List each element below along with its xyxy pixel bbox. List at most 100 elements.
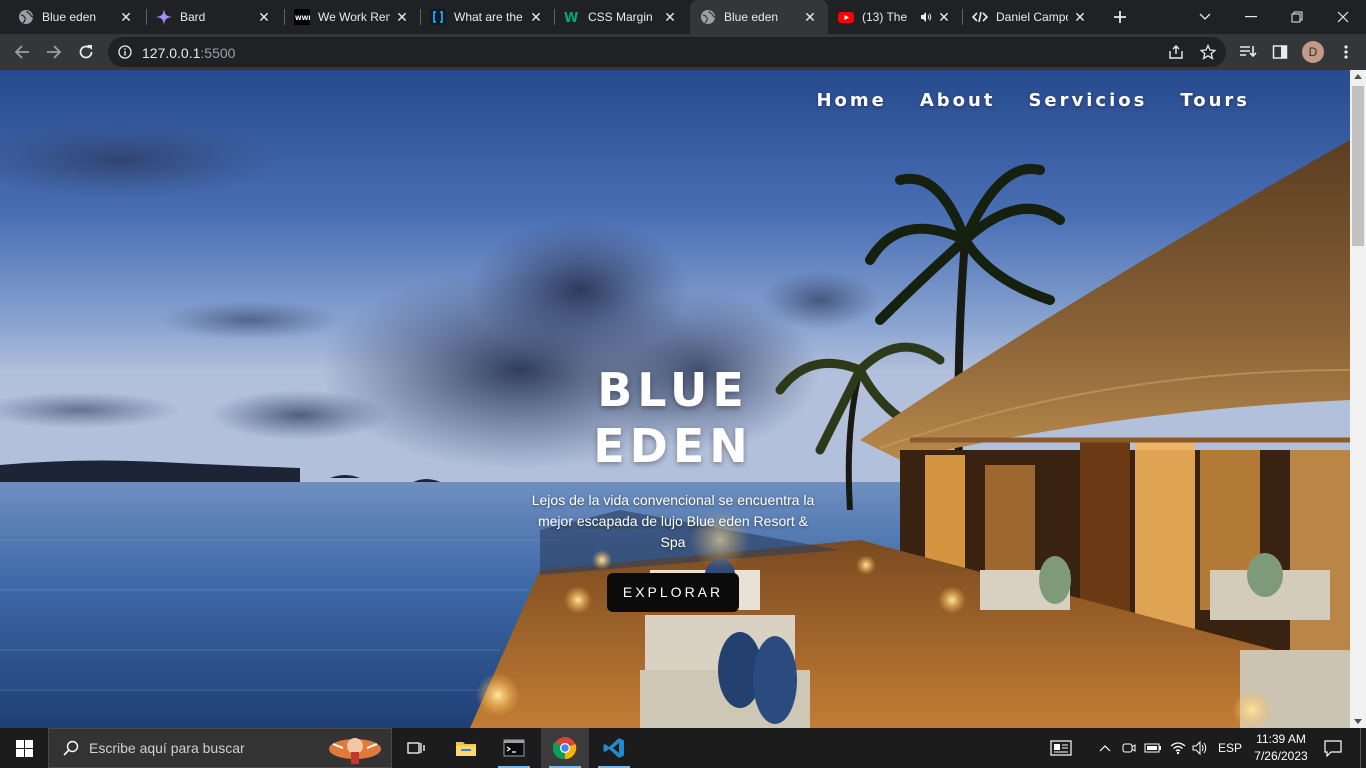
notifications-icon[interactable] (1316, 728, 1350, 768)
news-widget-icon[interactable] (1046, 728, 1076, 768)
reload-icon (79, 45, 93, 59)
taskbar-search-box[interactable]: Escribe aquí para buscar (48, 728, 392, 768)
svg-text:WWR: WWR (295, 15, 310, 22)
tab-what-are-the[interactable]: What are the ✕ (420, 0, 554, 34)
tab-we-work-remotely[interactable]: WWR We Work Remotely ✕ (284, 0, 420, 34)
terminal-button[interactable] (490, 728, 538, 768)
restore-button[interactable] (1274, 0, 1320, 34)
folder-icon (456, 742, 476, 756)
hero-subtitle: Lejos de la vida convencional se encuent… (531, 492, 815, 550)
browser-toolbar: 127.0.0.1:5500 D (0, 34, 1366, 70)
tab-daniel-campos[interactable]: Daniel Campos ✕ (962, 0, 1098, 34)
search-highlight-illustration-icon (329, 738, 381, 764)
tab-title: Bard (180, 10, 206, 24)
bard-sparkle-icon (156, 9, 172, 25)
battery-icon[interactable] (1143, 728, 1163, 768)
speaker-icon[interactable] (920, 11, 932, 23)
youtube-icon (838, 9, 854, 25)
language-indicator[interactable]: ESP (1214, 728, 1246, 768)
share-icon[interactable] (1166, 42, 1186, 62)
tab-title: (13) The (862, 10, 908, 24)
explorar-button[interactable]: EXPLORAR (606, 573, 740, 612)
close-icon[interactable]: ✕ (936, 9, 952, 25)
search-icon (63, 740, 79, 756)
info-icon[interactable] (118, 45, 132, 59)
volume-icon[interactable] (1190, 728, 1210, 768)
hero-title: BLUE EDEN (593, 363, 753, 473)
close-icon (1337, 11, 1349, 23)
globe-icon (18, 9, 34, 25)
minimize-button[interactable] (1228, 0, 1274, 34)
tab-title: CSS Margin (588, 10, 653, 24)
taskbar-clock[interactable]: 11:39 AM 7/26/2023 (1250, 731, 1312, 765)
arrow-right-icon (47, 45, 62, 59)
show-desktop-button[interactable] (1360, 728, 1366, 768)
address-bar[interactable]: 127.0.0.1:5500 (108, 37, 1226, 67)
back-button[interactable] (8, 38, 36, 66)
windows-taskbar: Escribe aquí para buscar ESP 11:39 AM 7/… (0, 728, 1366, 768)
close-icon[interactable]: ✕ (802, 9, 818, 25)
url-host: 127.0.0.1 (142, 45, 201, 61)
close-icon[interactable]: ✕ (528, 9, 544, 25)
profile-avatar[interactable]: D (1302, 41, 1324, 63)
chrome-icon (553, 737, 577, 760)
nav-link-servicios[interactable]: Servicios (1028, 90, 1147, 111)
reload-button[interactable] (72, 38, 100, 66)
close-window-button[interactable] (1320, 0, 1366, 34)
tab-search-button[interactable] (1182, 0, 1228, 34)
terminal-icon (503, 739, 525, 757)
task-view-icon (407, 742, 425, 754)
clock-date: 7/26/2023 (1254, 749, 1308, 763)
scroll-down-arrow-icon[interactable] (1354, 719, 1362, 724)
page-scrollbar[interactable] (1350, 70, 1366, 728)
new-tab-button[interactable] (1108, 5, 1132, 29)
close-icon[interactable]: ✕ (662, 9, 678, 25)
site-nav: Home About Servicios Tours (816, 90, 1250, 111)
forward-button[interactable] (40, 38, 68, 66)
chevron-down-icon (1199, 13, 1211, 20)
menu-dots-icon[interactable] (1336, 42, 1356, 62)
hero-content: BLUE EDEN Lejos de la vida convencional … (508, 362, 838, 612)
tab-title: Daniel Campos (996, 10, 1068, 24)
task-view-button[interactable] (392, 728, 440, 768)
chrome-button[interactable] (541, 728, 589, 768)
url-text[interactable]: 127.0.0.1:5500 (142, 45, 235, 61)
close-icon[interactable]: ✕ (394, 9, 410, 25)
arrow-left-icon (14, 45, 29, 59)
reading-list-icon[interactable] (1238, 42, 1258, 62)
code-icon (972, 9, 988, 25)
tab-css-margin[interactable]: W CSS Margin ✕ (554, 0, 688, 34)
close-icon[interactable]: ✕ (118, 9, 134, 25)
close-icon[interactable]: ✕ (256, 9, 272, 25)
w3schools-icon: W (564, 9, 580, 25)
file-explorer-button[interactable] (442, 728, 490, 768)
vscode-icon (603, 738, 624, 758)
tab-blue-eden-1[interactable]: Blue eden ✕ (8, 0, 144, 34)
windows-logo-icon (15, 739, 33, 757)
start-button[interactable] (0, 728, 48, 768)
tab-youtube[interactable]: (13) The ✕ (828, 0, 962, 34)
wifi-icon[interactable] (1168, 728, 1188, 768)
scrollbar-thumb[interactable] (1352, 86, 1364, 246)
tab-title: What are the (454, 10, 523, 24)
tab-title: We Work Remotely (318, 10, 390, 24)
vscode-button[interactable] (590, 728, 638, 768)
nav-link-home[interactable]: Home (816, 90, 886, 111)
nav-link-about[interactable]: About (920, 90, 996, 111)
scroll-up-arrow-icon[interactable] (1354, 74, 1362, 79)
page-viewport: Home About Servicios Tours BLUE EDEN Lej… (0, 70, 1350, 728)
minimize-icon (1245, 16, 1257, 18)
side-panel-icon[interactable] (1270, 42, 1290, 62)
tab-bard[interactable]: Bard ✕ (146, 0, 282, 34)
tab-title: Blue eden (42, 10, 97, 24)
chevron-up-icon[interactable] (1096, 728, 1114, 768)
bookmark-star-icon[interactable] (1198, 42, 1218, 62)
nav-link-tours[interactable]: Tours (1180, 90, 1250, 111)
brackets-icon (430, 9, 446, 25)
close-icon[interactable]: ✕ (1072, 9, 1088, 25)
wwr-icon: WWR (294, 9, 310, 25)
webcam-icon[interactable] (1120, 728, 1138, 768)
tab-blue-eden-active[interactable]: Blue eden ✕ (690, 0, 828, 34)
tab-title: Blue eden (724, 10, 779, 24)
plus-icon (1114, 11, 1126, 23)
